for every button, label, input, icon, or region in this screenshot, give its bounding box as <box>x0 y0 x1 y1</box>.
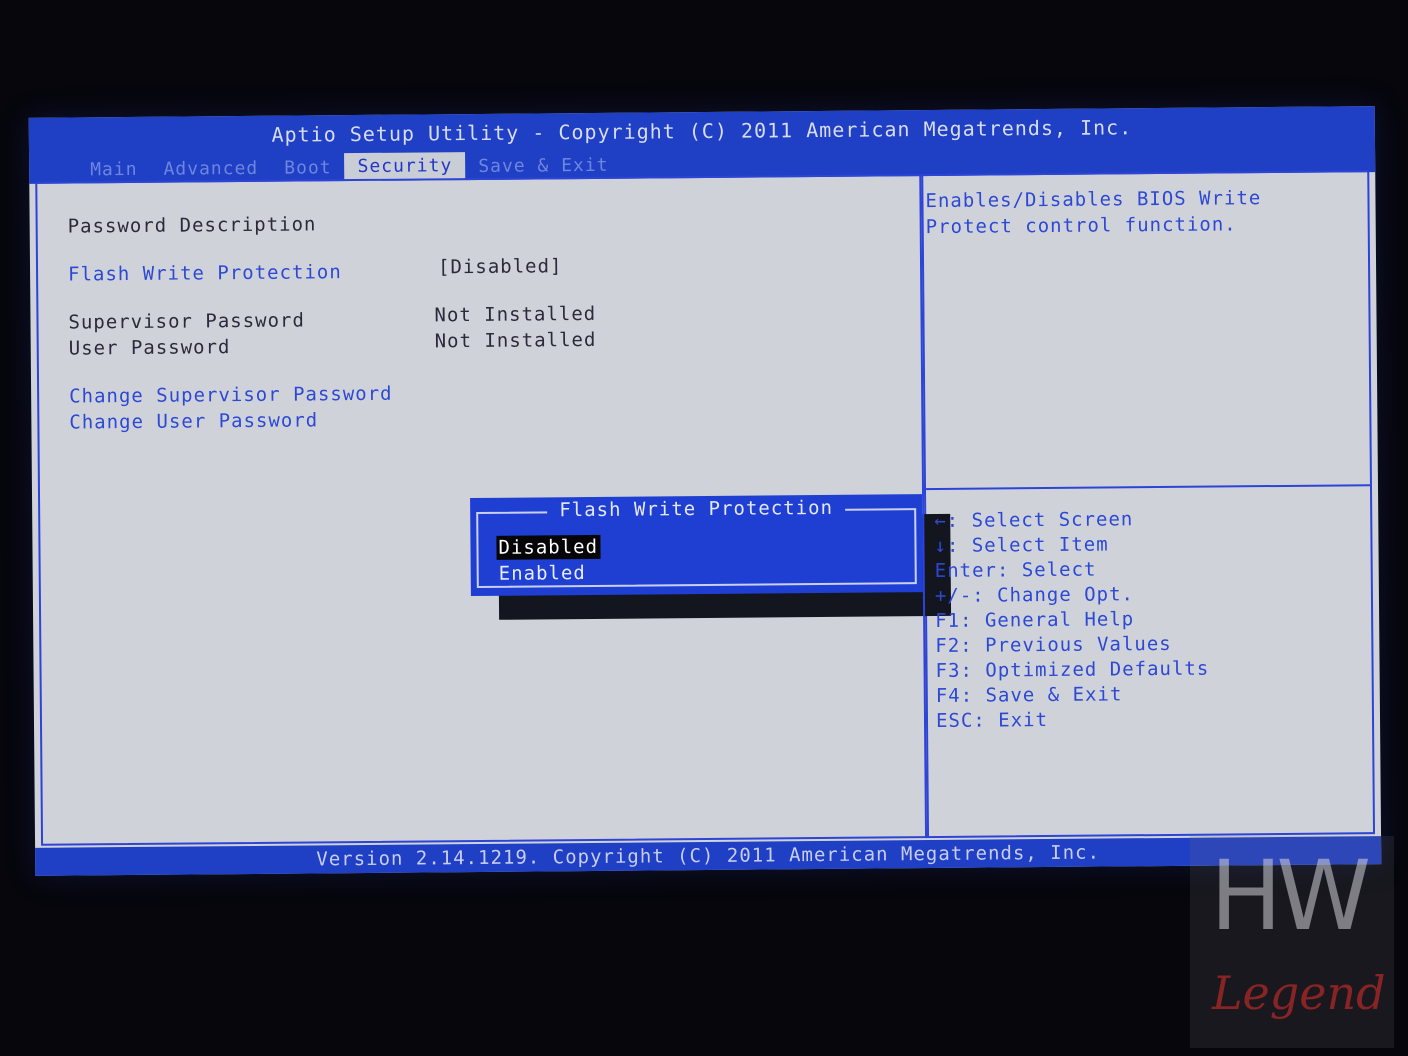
help-divider <box>923 484 1370 491</box>
user-password-status: Not Installed <box>434 328 597 353</box>
tab-advanced[interactable]: Advanced <box>150 156 271 183</box>
watermark-legend: Legend <box>1212 966 1386 1020</box>
option-disabled[interactable]: Disabled <box>496 534 601 560</box>
key-hint-esc: ESC: Exit <box>935 709 1049 732</box>
settings-panel: Password Description Flash Write Protect… <box>35 174 952 846</box>
popup-title-text: Flash Write Protection <box>547 496 846 522</box>
key-hint-f2: F2: Previous Values <box>935 632 1172 657</box>
help-description-line2: Protect control function. <box>925 213 1237 239</box>
flash-write-protection-label[interactable]: Flash Write Protection <box>68 261 342 285</box>
key-hint-select-item: ↓: Select Item <box>934 533 1109 557</box>
window-title: Aptio Setup Utility - Copyright (C) 2011… <box>271 115 1133 147</box>
bios-screen: Aptio Setup Utility - Copyright (C) 2011… <box>28 106 1382 876</box>
supervisor-password-status: Not Installed <box>434 302 597 327</box>
user-password-label: User Password <box>68 336 231 360</box>
popup-title: Flash Write Protection <box>470 496 922 522</box>
key-hint-select-screen: ←: Select Screen <box>934 508 1134 532</box>
key-hint-f3: F3: Optimized Defaults <box>935 657 1210 682</box>
help-panel: Enables/Disables BIOS Write Protect cont… <box>919 170 1376 839</box>
key-hint-f1: F1: General Help <box>935 608 1135 632</box>
key-hint-f4: F4: Save & Exit <box>935 683 1123 707</box>
key-hint-change-opt: +/-: Change Opt. <box>934 583 1135 607</box>
change-user-password-item[interactable]: Change User Password <box>69 409 318 433</box>
flash-write-protection-popup: Flash Write Protection Disabled Enabled <box>470 494 923 597</box>
watermark-hw: HW <box>1210 840 1371 952</box>
change-supervisor-password-item[interactable]: Change Supervisor Password <box>69 383 393 408</box>
section-title: Password Description <box>67 213 317 238</box>
flash-write-protection-value[interactable]: [Disabled] <box>438 255 563 278</box>
key-hint-enter: Enter: Select <box>934 558 1097 582</box>
help-description-line1: Enables/Disables BIOS Write <box>925 187 1262 213</box>
tab-boot[interactable]: Boot <box>271 155 345 182</box>
option-enabled[interactable]: Enabled <box>497 561 588 586</box>
hwlegend-watermark-logo: HW Legend <box>1190 836 1394 1048</box>
tab-security[interactable]: Security <box>344 152 466 182</box>
tab-main[interactable]: Main <box>77 157 151 184</box>
supervisor-password-label: Supervisor Password <box>68 309 305 334</box>
